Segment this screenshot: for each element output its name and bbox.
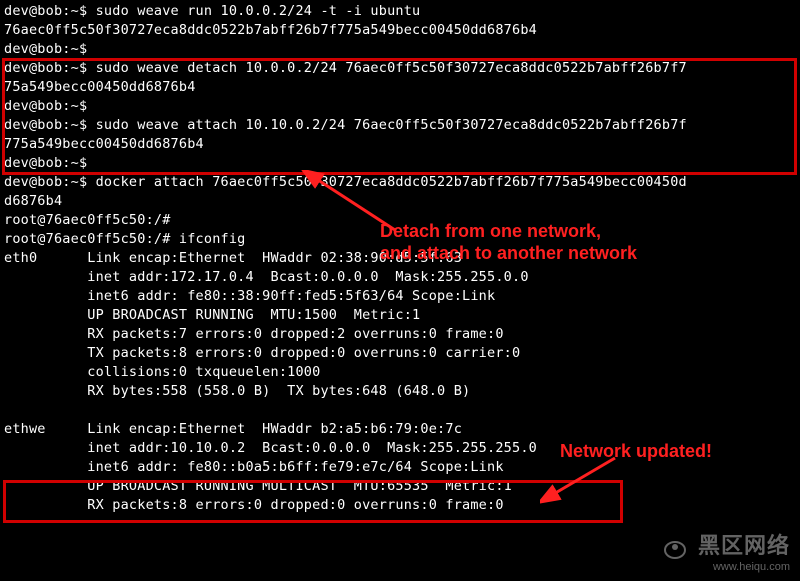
watermark-icon [662,539,688,561]
watermark-url: www.heiqu.com [662,561,790,573]
watermark: 黑区网络 www.heiqu.com [662,534,790,573]
watermark-title: 黑区网络 [698,533,790,558]
terminal-output: dev@bob:~$ sudo weave run 10.0.0.2/24 -t… [0,0,800,517]
